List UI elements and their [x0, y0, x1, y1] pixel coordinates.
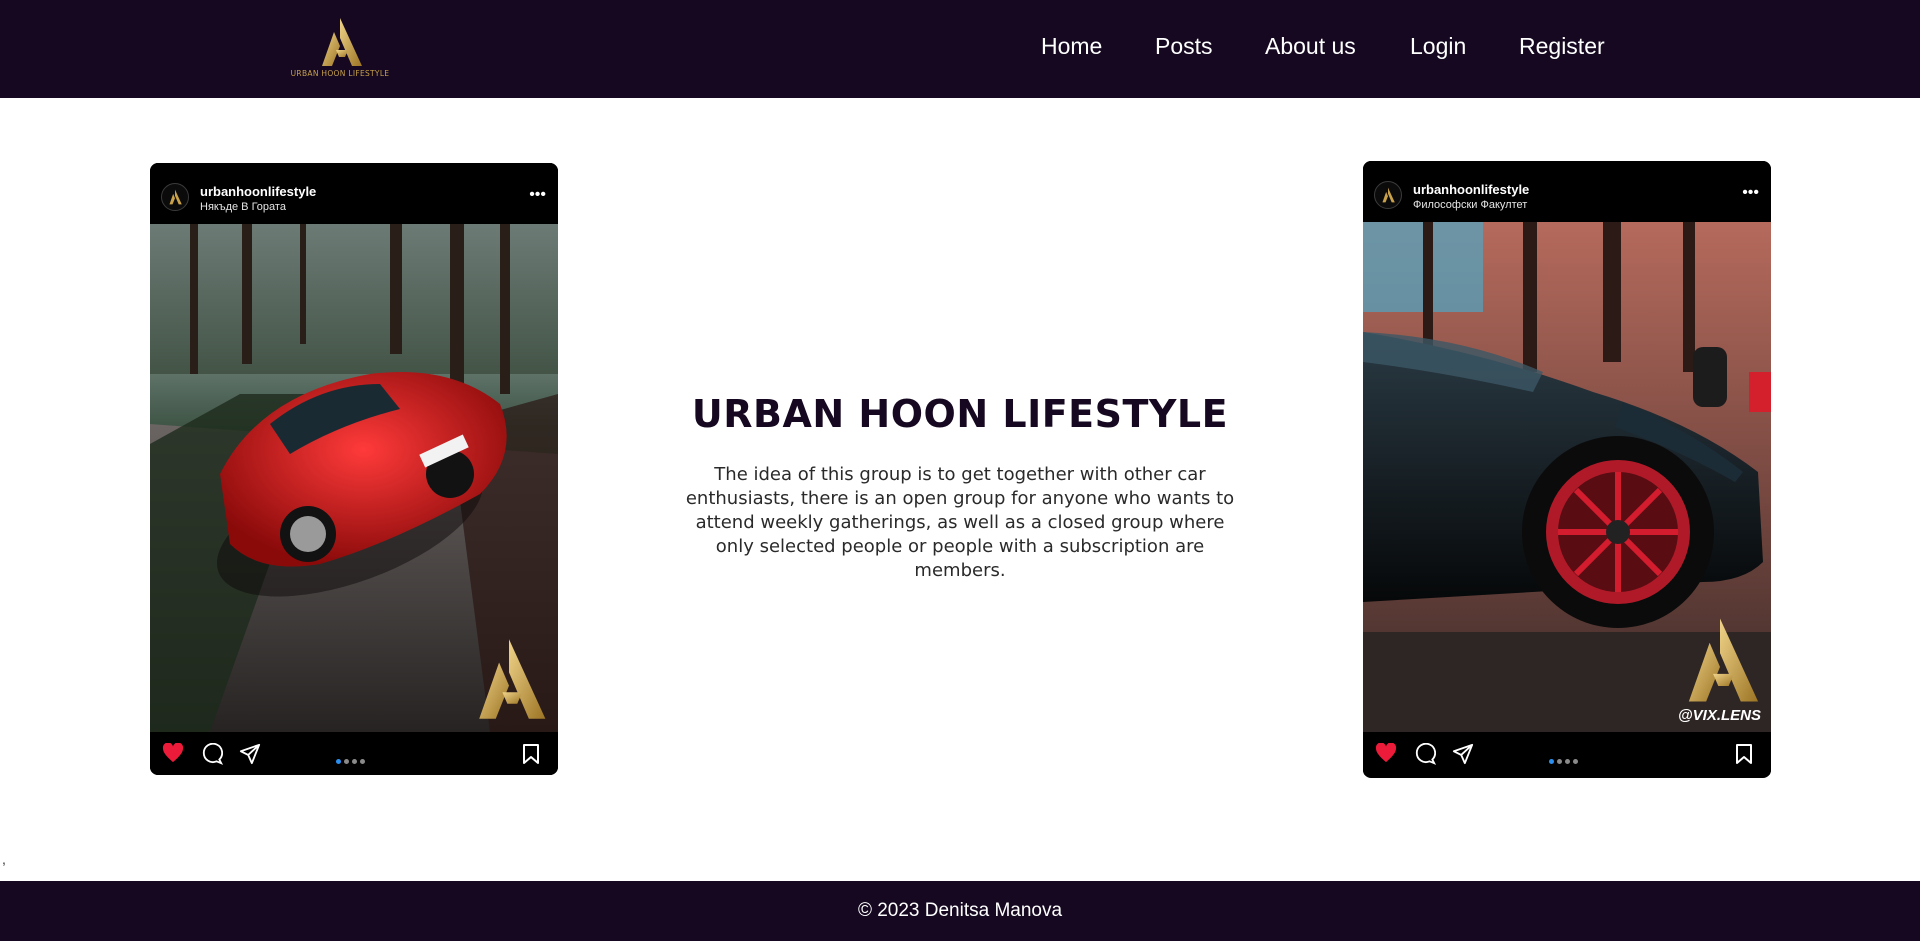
bookmark-icon[interactable]	[522, 743, 540, 765]
heart-icon[interactable]	[162, 743, 184, 763]
nav-login[interactable]: Login	[1410, 33, 1466, 60]
post-card-right[interactable]: urbanhoonlifestyle Философски Факултет •…	[1363, 161, 1771, 778]
watermark-logo-icon	[1688, 618, 1759, 702]
avatar[interactable]	[161, 183, 189, 211]
share-icon[interactable]	[1452, 743, 1474, 765]
comment-icon[interactable]	[1414, 743, 1436, 765]
group-description: The idea of this group is to get togethe…	[685, 464, 1235, 581]
carousel-dot[interactable]	[1557, 759, 1562, 764]
heart-icon[interactable]	[1375, 743, 1397, 763]
logo-text: URBAN HOON LIFESTYLE	[290, 69, 390, 78]
photo-credit: @VIX.LENS	[1678, 707, 1761, 724]
carousel-dot[interactable]	[352, 759, 357, 764]
more-icon[interactable]: •••	[1742, 185, 1759, 201]
logo-mark-icon	[1382, 187, 1395, 203]
carousel-dot[interactable]	[360, 759, 365, 764]
nav-home[interactable]: Home	[1041, 33, 1102, 60]
post-photo[interactable]: @VIX.LENS	[1363, 222, 1771, 732]
avatar[interactable]	[1374, 181, 1402, 209]
carousel-dot[interactable]	[1565, 759, 1570, 764]
post-actions	[150, 732, 558, 775]
post-actions	[1363, 732, 1771, 775]
comment-icon[interactable]	[201, 743, 223, 765]
post-header: urbanhoonlifestyle Някъде В Гората •••	[150, 163, 558, 224]
carousel-dot[interactable]	[344, 759, 349, 764]
carousel-dot[interactable]	[1549, 759, 1554, 764]
post-header: urbanhoonlifestyle Философски Факултет •…	[1363, 161, 1771, 222]
post-location[interactable]: Някъде В Гората	[200, 201, 286, 213]
carousel-dots	[1549, 751, 1581, 769]
bookmark-icon[interactable]	[1735, 743, 1753, 765]
nav-register[interactable]: Register	[1519, 33, 1605, 60]
post-photo[interactable]	[150, 224, 558, 732]
post-location[interactable]: Философски Факултет	[1413, 199, 1527, 211]
footer-copyright: © 2023 Denitsa Manova	[857, 900, 1063, 921]
more-icon[interactable]: •••	[529, 187, 546, 203]
share-icon[interactable]	[239, 743, 261, 765]
nav-posts[interactable]: Posts	[1155, 33, 1213, 60]
post-username[interactable]: urbanhoonlifestyle	[1413, 182, 1529, 197]
stray-comma: ,	[2, 851, 6, 867]
nav-about-us[interactable]: About us	[1265, 33, 1356, 60]
site-header: URBAN HOON LIFESTYLE Home Posts About us…	[0, 0, 1920, 98]
watermark-logo-icon	[479, 639, 546, 719]
site-logo[interactable]: URBAN HOON LIFESTYLE	[286, 16, 394, 82]
carousel-dot[interactable]	[336, 759, 341, 764]
post-card-left[interactable]: urbanhoonlifestyle Някъде В Гората •••	[150, 163, 558, 775]
carousel-dots	[336, 751, 368, 769]
page-title: URBAN HOON LIFESTYLE	[691, 392, 1229, 436]
logo-mark-icon	[169, 189, 182, 205]
post-username[interactable]: urbanhoonlifestyle	[200, 184, 316, 199]
carousel-dot[interactable]	[1573, 759, 1578, 764]
site-footer: © 2023 Denitsa Manova	[0, 881, 1920, 941]
logo-mark-icon	[322, 18, 362, 66]
